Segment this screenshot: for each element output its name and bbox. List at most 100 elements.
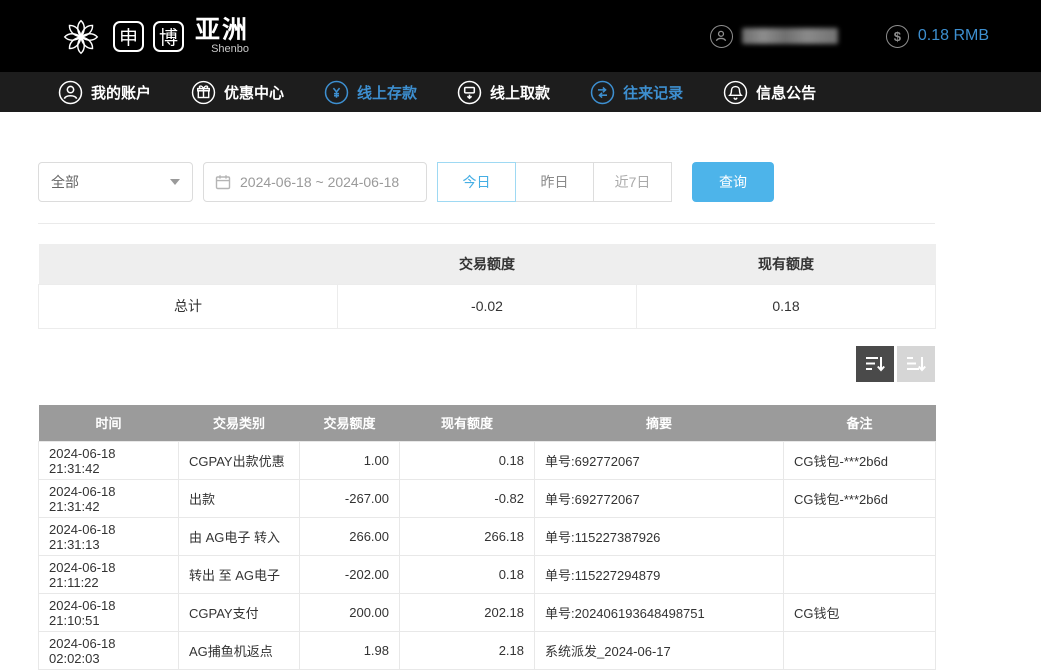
nav-item-promotions[interactable]: 优惠中心	[191, 80, 284, 105]
cell-trade-amount: 1.00	[300, 442, 400, 480]
table-row: 2024-06-18 21:31:13 由 AG电子 转入 266.00 266…	[39, 518, 936, 556]
cell-category: CGPAY支付	[179, 594, 300, 632]
summary-total-trade: -0.02	[338, 284, 637, 328]
cell-balance: 266.18	[400, 518, 535, 556]
nav-item-records[interactable]: 往来记录	[590, 80, 683, 105]
cell-note: CG钱包-***2b6d	[784, 480, 936, 518]
col-category: 交易类别	[179, 405, 300, 442]
summary-table: 交易额度 现有额度 总计 -0.02 0.18	[38, 244, 936, 329]
cell-time: 2024-06-18 21:31:42	[39, 442, 179, 480]
nav-label: 线上存款	[357, 82, 417, 103]
table-row: 2024-06-18 21:11:22 转出 至 AG电子 -202.00 0.…	[39, 556, 936, 594]
logo-char-bo: 博	[153, 21, 184, 52]
cell-category: CGPAY出款优惠	[179, 442, 300, 480]
nav-label: 优惠中心	[224, 82, 284, 103]
dollar-icon: $	[886, 25, 909, 48]
cell-category: AG捕鱼机返点	[179, 632, 300, 670]
cell-balance: 2.18	[400, 632, 535, 670]
logo-region-text: 亚洲	[195, 17, 249, 43]
balance-amount: 0.18 RMB	[918, 27, 989, 45]
table-row: 2024-06-18 02:02:03 AG捕鱼机返点 1.98 2.18 系统…	[39, 632, 936, 670]
cell-category: 由 AG电子 转入	[179, 518, 300, 556]
cell-summary: 单号:202406193648498751	[535, 594, 784, 632]
records-page: 全部 2024-06-18 ~ 2024-06-18 今日 昨日 近7日 查询 …	[38, 162, 935, 670]
summary-header-row: 交易额度 现有额度	[39, 244, 936, 284]
nav-label: 信息公告	[756, 82, 816, 103]
date-range-value: 2024-06-18 ~ 2024-06-18	[240, 174, 399, 190]
nav-item-my-account[interactable]: 我的账户	[58, 80, 151, 105]
top-right-area: $ 0.18 RMB	[710, 25, 989, 48]
nav-label: 我的账户	[91, 82, 151, 103]
cell-time: 2024-06-18 21:10:51	[39, 594, 179, 632]
sort-ascending-button[interactable]	[897, 346, 935, 382]
cell-time: 2024-06-18 21:11:22	[39, 556, 179, 594]
nav-item-announcements[interactable]: 信息公告	[723, 80, 816, 105]
cell-note: CG钱包	[784, 594, 936, 632]
cell-trade-amount: -202.00	[300, 556, 400, 594]
summary-header-empty	[39, 244, 338, 284]
top-bar: 申 博 亚洲 Shenbo $ 0.18 RMB	[0, 0, 1041, 72]
table-row: 2024-06-18 21:31:42 出款 -267.00 -0.82 单号:…	[39, 480, 936, 518]
main-nav: 我的账户 优惠中心 线上存款 线上取款 往来记录 信息公告	[0, 72, 1041, 112]
logo-char-shen: 申	[113, 21, 144, 52]
cell-balance: 202.18	[400, 594, 535, 632]
search-button[interactable]: 查询	[692, 162, 774, 202]
date-range-input[interactable]: 2024-06-18 ~ 2024-06-18	[203, 162, 427, 202]
cell-category: 转出 至 AG电子	[179, 556, 300, 594]
col-summary: 摘要	[535, 405, 784, 442]
chevron-down-icon	[170, 179, 180, 185]
cell-time: 2024-06-18 21:31:42	[39, 480, 179, 518]
col-time: 时间	[39, 405, 179, 442]
sort-desc-icon	[864, 354, 886, 374]
nav-item-deposit[interactable]: 线上存款	[324, 80, 417, 105]
col-note: 备注	[784, 405, 936, 442]
logo-subtitle: Shenbo	[211, 44, 249, 55]
records-header-row: 时间 交易类别 交易额度 现有额度 摘要 备注	[39, 405, 936, 442]
nav-label: 线上取款	[490, 82, 550, 103]
cell-summary: 单号:115227387926	[535, 518, 784, 556]
summary-total-label: 总计	[39, 284, 338, 328]
nav-label: 往来记录	[623, 82, 683, 103]
cell-trade-amount: 266.00	[300, 518, 400, 556]
table-row: 2024-06-18 21:10:51 CGPAY支付 200.00 202.1…	[39, 594, 936, 632]
cell-balance: 0.18	[400, 442, 535, 480]
summary-header-trade: 交易额度	[338, 244, 637, 284]
sort-controls	[38, 346, 935, 382]
cell-balance: 0.18	[400, 556, 535, 594]
user-account-chip[interactable]	[710, 25, 838, 48]
cell-note	[784, 556, 936, 594]
table-row: 2024-06-18 21:31:42 CGPAY出款优惠 1.00 0.18 …	[39, 442, 936, 480]
summary-total-balance: 0.18	[637, 284, 936, 328]
type-dropdown-value: 全部	[51, 172, 79, 192]
cell-summary: 单号:692772067	[535, 442, 784, 480]
col-trade-amount: 交易额度	[300, 405, 400, 442]
cell-trade-amount: -267.00	[300, 480, 400, 518]
cell-note	[784, 632, 936, 670]
cell-summary: 单号:692772067	[535, 480, 784, 518]
cell-note	[784, 518, 936, 556]
user-icon	[710, 25, 733, 48]
nav-item-withdraw[interactable]: 线上取款	[457, 80, 550, 105]
records-table: 时间 交易类别 交易额度 现有额度 摘要 备注 2024-06-18 21:31…	[38, 405, 936, 670]
sort-asc-icon	[905, 354, 927, 374]
cell-category: 出款	[179, 480, 300, 518]
last7days-button[interactable]: 近7日	[593, 162, 672, 202]
brand-logo: 申 博 亚洲 Shenbo	[58, 13, 249, 59]
sort-descending-button[interactable]	[856, 346, 894, 382]
quick-date-group: 今日 昨日 近7日	[437, 162, 672, 202]
cell-time: 2024-06-18 21:31:13	[39, 518, 179, 556]
cell-balance: -0.82	[400, 480, 535, 518]
today-button[interactable]: 今日	[437, 162, 516, 202]
yesterday-button[interactable]: 昨日	[515, 162, 594, 202]
cell-summary: 单号:115227294879	[535, 556, 784, 594]
calendar-icon	[215, 174, 231, 190]
filter-row: 全部 2024-06-18 ~ 2024-06-18 今日 昨日 近7日 查询	[38, 162, 935, 202]
col-balance: 现有额度	[400, 405, 535, 442]
cell-trade-amount: 1.98	[300, 632, 400, 670]
username-blurred	[742, 28, 838, 44]
divider	[38, 223, 935, 224]
balance-chip[interactable]: $ 0.18 RMB	[886, 25, 989, 48]
logo-region-wrap: 亚洲 Shenbo	[195, 17, 249, 54]
flower-logo-icon	[58, 13, 104, 59]
type-dropdown[interactable]: 全部	[38, 162, 193, 202]
